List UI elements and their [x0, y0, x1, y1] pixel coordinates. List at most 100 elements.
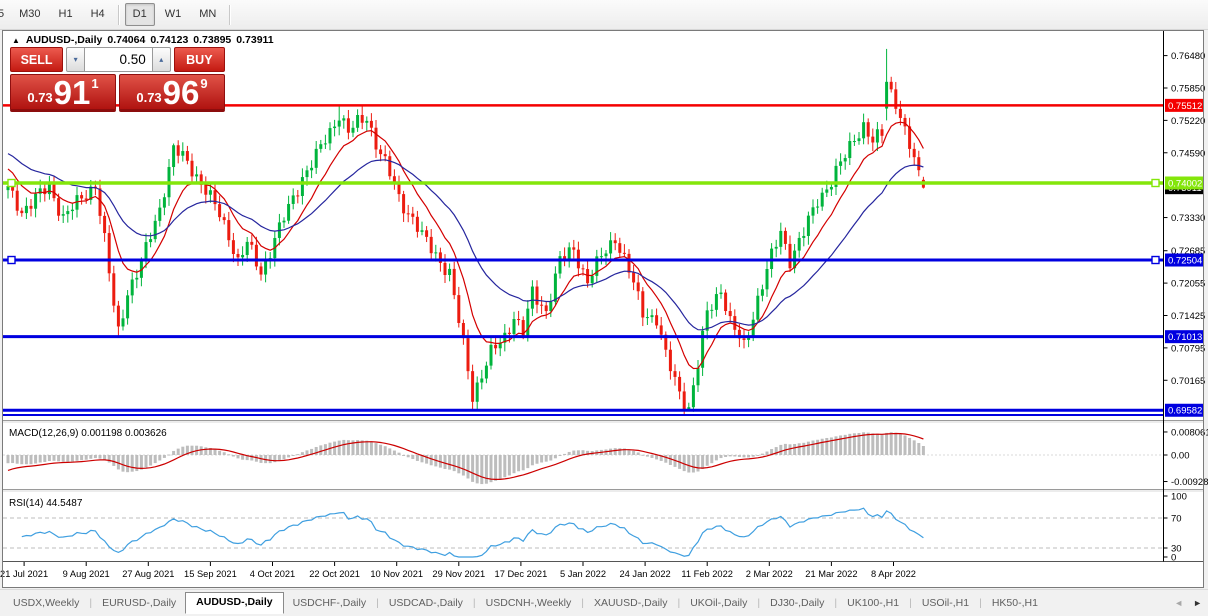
candle-body — [145, 242, 148, 261]
tab-eurusd-daily[interactable]: EURUSD-,Daily — [93, 593, 185, 614]
candle-body — [177, 145, 180, 155]
price-tick-label: 0.74590 — [1171, 148, 1205, 159]
candle-body — [158, 208, 161, 221]
candle-body — [775, 247, 778, 249]
candle-body — [743, 338, 746, 340]
candle-body — [536, 287, 539, 305]
tab-usdcnh-weekly[interactable]: USDCNH-,Weekly — [477, 593, 581, 614]
candle-body — [232, 240, 235, 254]
candle-body — [135, 278, 138, 280]
candle-body — [457, 295, 460, 323]
tab-xauusd-daily[interactable]: XAUUSD-,Daily — [585, 593, 677, 614]
volume-decrease-button[interactable]: ▾ — [66, 47, 85, 72]
volume-input[interactable]: 0.50 — [85, 47, 152, 72]
macd-histogram-bar — [522, 455, 525, 470]
macd-histogram-bar — [747, 455, 750, 457]
ohlc-low: 0.73895 — [193, 34, 231, 46]
panel-collapse-icon[interactable]: ▲ — [12, 36, 20, 45]
macd-histogram-bar — [430, 455, 433, 465]
candle-body — [876, 129, 879, 142]
macd-histogram-bar — [296, 454, 299, 455]
candle-body — [890, 82, 893, 90]
date-tick-label: 8 Apr 2022 — [871, 569, 916, 579]
timeframe-w1[interactable]: W1 — [157, 3, 190, 26]
date-tick-label: 10 Nov 2021 — [370, 569, 423, 579]
candle-body — [572, 247, 575, 249]
candle-body — [669, 350, 672, 371]
timeframe-5[interactable]: 5 — [0, 3, 9, 26]
macd-histogram-bar — [319, 445, 322, 455]
candle-body — [655, 315, 658, 325]
candle-body — [241, 255, 244, 257]
tab-usdcad-daily[interactable]: USDCAD-,Daily — [380, 593, 472, 614]
rsi-tick-label: 70 — [1171, 514, 1182, 525]
macd-histogram-bar — [131, 455, 134, 472]
tab-usoil-h1[interactable]: USOil-,H1 — [913, 593, 978, 614]
macd-histogram-bar — [30, 455, 33, 464]
tab-hk50-h1[interactable]: HK50-,H1 — [983, 593, 1047, 614]
candle-body — [398, 184, 401, 194]
buy-price-box[interactable]: 0.73 96 9 — [119, 74, 225, 112]
candle-body — [411, 214, 414, 217]
tab-dj30-daily[interactable]: DJ30-,Daily — [761, 593, 833, 614]
timeframe-mn[interactable]: MN — [191, 3, 224, 26]
tab-usdchf-daily[interactable]: USDCHF-,Daily — [284, 593, 376, 614]
tab-audusd-daily[interactable]: AUDUSD-,Daily — [185, 592, 283, 614]
candle-body — [407, 213, 410, 214]
macd-histogram-bar — [761, 454, 764, 455]
candle-body — [720, 293, 723, 294]
timeframe-m30[interactable]: M30 — [11, 3, 48, 26]
buy-button[interactable]: BUY — [174, 47, 225, 72]
candle-body — [582, 268, 585, 269]
candle-body — [494, 345, 497, 348]
macd-histogram-bar — [287, 455, 290, 457]
timeframe-h1[interactable]: H1 — [51, 3, 81, 26]
macd-histogram-bar — [614, 448, 617, 455]
sell-button[interactable]: SELL — [10, 47, 63, 72]
chevron-up-icon: ▴ — [159, 55, 163, 64]
macd-histogram-bar — [34, 455, 37, 463]
sell-price-box[interactable]: 0.73 91 1 — [10, 74, 116, 112]
macd-histogram-bar — [499, 455, 502, 479]
volume-increase-button[interactable]: ▴ — [152, 47, 171, 72]
macd-histogram-bar — [637, 452, 640, 455]
macd-histogram-bar — [306, 450, 309, 455]
macd-histogram-bar — [494, 455, 497, 481]
price-tick-label: 0.70795 — [1171, 343, 1205, 354]
macd-histogram-bar — [756, 455, 759, 456]
tab-uk100-h1[interactable]: UK100-,H1 — [838, 593, 908, 614]
candle-body — [30, 206, 33, 209]
candle-body — [554, 274, 557, 302]
candle-body — [218, 204, 221, 217]
macd-label: MACD(12,26,9) 0.001198 0.003626 — [9, 428, 167, 439]
ohlc-open: 0.74064 — [107, 34, 145, 46]
candle-body — [756, 296, 759, 320]
candle-body — [53, 184, 56, 198]
tab-usdx-weekly[interactable]: USDX,Weekly — [4, 593, 88, 614]
timeframe-h4[interactable]: H4 — [83, 3, 113, 26]
macd-histogram-bar — [333, 442, 336, 455]
macd-histogram-bar — [471, 455, 474, 482]
candle-body — [807, 216, 810, 236]
macd-histogram-bar — [545, 455, 548, 462]
macd-histogram-bar — [53, 455, 56, 461]
macd-histogram-bar — [338, 441, 341, 455]
one-click-top-row: SELL ▾ 0.50 ▴ BUY — [10, 47, 225, 72]
candle-body — [365, 121, 368, 123]
macd-histogram-bar — [71, 455, 74, 462]
tab-scroll-right-icon[interactable]: ► — [1193, 598, 1202, 608]
candle-body — [858, 138, 861, 141]
candle-body — [517, 319, 520, 320]
tab-scroll-left-icon[interactable]: ◄ — [1174, 598, 1183, 608]
macd-histogram-bar — [871, 433, 874, 455]
macd-histogram-bar — [269, 455, 272, 463]
candle-body — [766, 269, 769, 289]
tab-ukoil-daily[interactable]: UKOil-,Daily — [681, 593, 756, 614]
candle-body — [802, 236, 805, 238]
timeframe-buttons: 5M30H1H4 D1W1MN — [0, 3, 235, 26]
candle-body — [641, 291, 644, 317]
macd-histogram-bar — [154, 455, 157, 463]
timeframe-d1[interactable]: D1 — [125, 3, 155, 26]
price-badge-label: 0.75512 — [1168, 101, 1202, 112]
chart-title-row: ▲AUDUSD-,Daily0.740640.741230.738950.739… — [12, 34, 274, 46]
